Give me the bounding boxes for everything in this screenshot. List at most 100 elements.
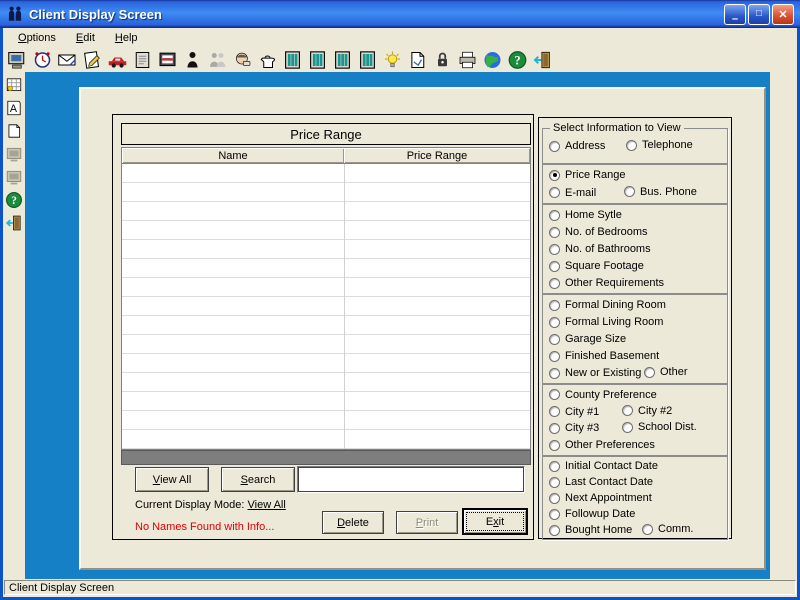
lock-icon[interactable] bbox=[432, 50, 453, 70]
bulb-icon[interactable] bbox=[382, 50, 403, 70]
radio-address[interactable]: Address bbox=[549, 140, 605, 152]
radio-price-range[interactable]: Price Range bbox=[549, 169, 626, 181]
clock-icon[interactable] bbox=[32, 50, 53, 70]
radio-label: E-mail bbox=[565, 187, 596, 199]
globe-icon[interactable] bbox=[482, 50, 503, 70]
clipboard-icon[interactable] bbox=[5, 122, 23, 140]
radio-label: Initial Contact Date bbox=[565, 460, 658, 472]
radio-row: Formal Dining Room bbox=[543, 297, 727, 313]
status-text: Client Display Screen bbox=[9, 582, 114, 594]
help-icon[interactable]: ? bbox=[507, 50, 528, 70]
delete-button[interactable]: Delete bbox=[322, 511, 384, 534]
radio-finished-basement[interactable]: Finished Basement bbox=[549, 350, 659, 362]
grid-body[interactable] bbox=[121, 164, 531, 450]
jug-icon[interactable] bbox=[257, 50, 278, 70]
screen-disabled-icon[interactable] bbox=[5, 145, 23, 163]
status-bar: Client Display Screen bbox=[3, 579, 797, 597]
radio-circle bbox=[549, 389, 560, 400]
search-input[interactable] bbox=[297, 466, 525, 493]
close-button[interactable]: ✕ bbox=[772, 4, 794, 25]
radio-comm[interactable]: Comm. bbox=[642, 523, 693, 535]
head-phone-icon[interactable] bbox=[232, 50, 253, 70]
notes-icon[interactable] bbox=[132, 50, 153, 70]
radio-other[interactable]: Other bbox=[644, 366, 688, 378]
radio-row: Formal Living Room bbox=[543, 314, 727, 330]
exit-button[interactable]: Exit bbox=[462, 508, 528, 535]
exit-door-icon[interactable] bbox=[532, 50, 553, 70]
column-header-name[interactable]: Name bbox=[122, 148, 344, 163]
radio-row: Address Telephone bbox=[543, 138, 727, 154]
computer-icon[interactable] bbox=[7, 50, 28, 70]
font-a-icon[interactable]: A bbox=[5, 99, 23, 117]
radio-other-preferences[interactable]: Other Preferences bbox=[549, 439, 655, 451]
view-all-button[interactable]: View All bbox=[135, 467, 209, 492]
radio-label: Formal Dining Room bbox=[565, 299, 666, 311]
search-button[interactable]: Search bbox=[221, 467, 295, 492]
building-icon[interactable] bbox=[307, 50, 328, 70]
radio-formal-dining-room[interactable]: Formal Dining Room bbox=[549, 299, 666, 311]
help-icon[interactable]: ? bbox=[5, 191, 23, 209]
radio-next-appointment[interactable]: Next Appointment bbox=[549, 492, 652, 504]
radio-garage-size[interactable]: Garage Size bbox=[549, 333, 626, 345]
menu-edit[interactable]: Edit bbox=[67, 30, 104, 46]
radio-circle bbox=[642, 524, 653, 535]
radio-row: City #3 School Dist. bbox=[543, 420, 727, 436]
radio-followup-date[interactable]: Followup Date bbox=[549, 508, 635, 520]
menu-options[interactable]: Options bbox=[9, 30, 65, 46]
radio-other-requirements[interactable]: Other Requirements bbox=[549, 277, 664, 289]
radio-bus-phone[interactable]: Bus. Phone bbox=[624, 186, 697, 198]
person-icon[interactable] bbox=[182, 50, 203, 70]
radio-label: Other bbox=[660, 366, 688, 378]
window-border-left bbox=[0, 0, 3, 600]
radio-city-1[interactable]: City #1 bbox=[549, 406, 599, 418]
column-divider bbox=[344, 164, 345, 449]
radio-home-sytle[interactable]: Home Sytle bbox=[549, 209, 622, 221]
grid-table-icon[interactable] bbox=[5, 76, 23, 94]
list-title-box: Price Range bbox=[121, 123, 531, 145]
mail-icon[interactable] bbox=[57, 50, 78, 70]
status-pane: Client Display Screen bbox=[4, 580, 796, 595]
radio-square-footage[interactable]: Square Footage bbox=[549, 260, 644, 272]
page-send-icon[interactable] bbox=[407, 50, 428, 70]
radio-initial-contact-date[interactable]: Initial Contact Date bbox=[549, 460, 658, 472]
radio-e-mail[interactable]: E-mail bbox=[549, 187, 596, 199]
minimize-button[interactable]: – bbox=[724, 4, 746, 25]
radio-circle bbox=[549, 210, 560, 221]
exit-door-icon[interactable] bbox=[5, 214, 23, 232]
select-info-panel: Select Information to ViewAddressTelepho… bbox=[538, 117, 732, 539]
radio-label: Telephone bbox=[642, 139, 693, 151]
radio-row: New or Existing Other bbox=[543, 365, 727, 381]
people-disabled-icon[interactable] bbox=[207, 50, 228, 70]
printer-icon[interactable] bbox=[457, 50, 478, 70]
radio-label: No. of Bathrooms bbox=[565, 243, 651, 255]
note-edit-icon[interactable] bbox=[82, 50, 103, 70]
radio-label: Home Sytle bbox=[565, 209, 622, 221]
toolbar: ? bbox=[3, 48, 797, 72]
building-icon[interactable] bbox=[282, 50, 303, 70]
radio-row: No. of Bathrooms bbox=[543, 241, 727, 257]
radio-bought-home[interactable]: Bought Home bbox=[549, 524, 632, 536]
car-icon[interactable] bbox=[107, 50, 128, 70]
radio-city-2[interactable]: City #2 bbox=[622, 405, 672, 417]
radio-county-preference[interactable]: County Preference bbox=[549, 389, 657, 401]
maximize-button[interactable]: □ bbox=[748, 4, 770, 25]
screen-disabled-icon[interactable] bbox=[5, 168, 23, 186]
radio-city-3[interactable]: City #3 bbox=[549, 422, 599, 434]
radio-new-or-existing[interactable]: New or Existing bbox=[549, 367, 641, 379]
radio-telephone[interactable]: Telephone bbox=[626, 139, 693, 151]
radio-no-of-bathrooms[interactable]: No. of Bathrooms bbox=[549, 243, 651, 255]
list-panel: Price Range Name Price Range View All Se… bbox=[112, 114, 534, 540]
radio-school-dist[interactable]: School Dist. bbox=[622, 421, 697, 433]
column-header-price-range[interactable]: Price Range bbox=[344, 148, 530, 163]
building-icon[interactable] bbox=[332, 50, 353, 70]
radio-formal-living-room[interactable]: Formal Living Room bbox=[549, 316, 663, 328]
radio-last-contact-date[interactable]: Last Contact Date bbox=[549, 476, 653, 488]
menu-help[interactable]: Help bbox=[106, 30, 147, 46]
building-icon[interactable] bbox=[357, 50, 378, 70]
radio-circle bbox=[549, 244, 560, 255]
radio-circle bbox=[549, 477, 560, 488]
radio-no-of-bedrooms[interactable]: No. of Bedrooms bbox=[549, 226, 648, 238]
radio-circle bbox=[549, 227, 560, 238]
grid-horizontal-scrollbar[interactable] bbox=[121, 450, 531, 465]
monitor-slide-icon[interactable] bbox=[157, 50, 178, 70]
